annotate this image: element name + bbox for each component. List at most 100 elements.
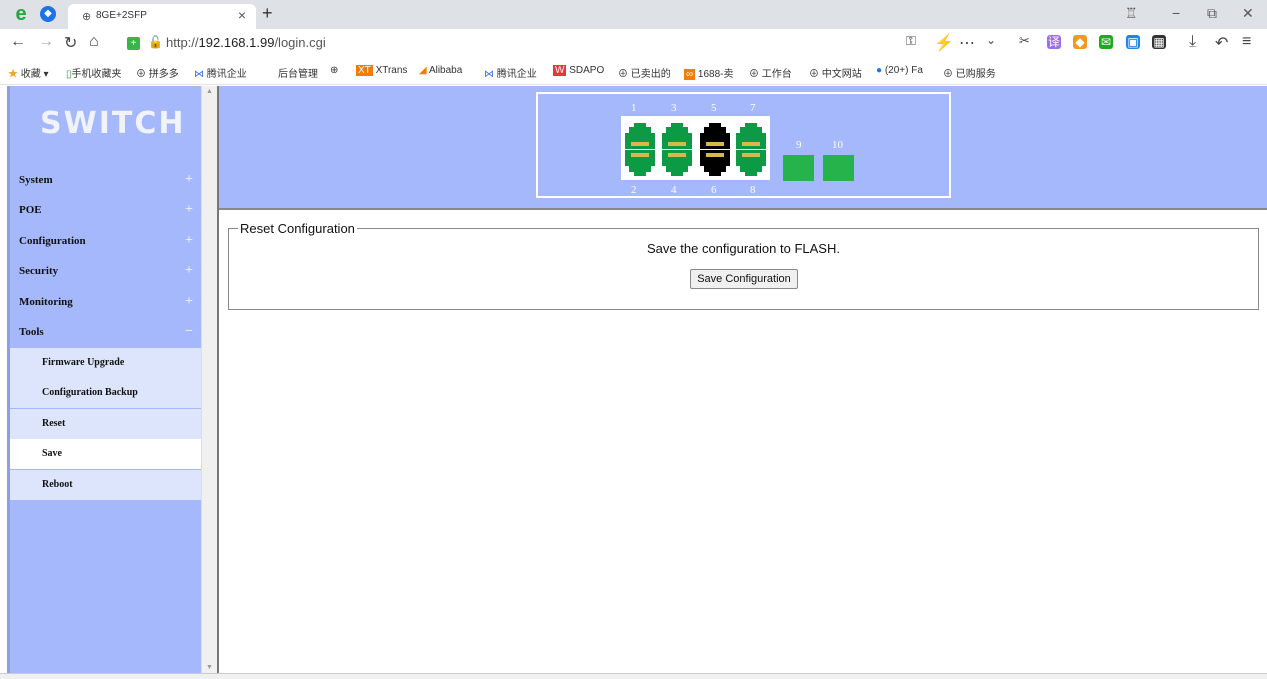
bookmark-item[interactable]: ⋈ 腾讯企业	[194, 65, 247, 80]
address-bar[interactable]: http://192.168.1.99/login.cgi	[166, 35, 326, 50]
ethernet-port-3-icon[interactable]	[662, 121, 692, 149]
save-message: Save the configuration to FLASH.	[647, 241, 840, 256]
switch-logo: SWITCH	[40, 106, 186, 141]
minimize-icon[interactable]: −	[1172, 5, 1180, 21]
more-icon[interactable]: ⋯	[959, 33, 975, 53]
menu-tools[interactable]: Tools −	[10, 317, 201, 347]
bookmarks-bar: ★ 收藏 ▾ ▯手机收藏夹 ⊕ 拼多多 ⋈ 腾讯企业 后台管理 ⊕ XT XTr…	[0, 57, 1267, 85]
screen-icon[interactable]: ▣	[1126, 35, 1140, 49]
page-bottom-border	[0, 673, 1267, 679]
menu-poe[interactable]: POE +	[10, 195, 201, 225]
save-configuration-button[interactable]: Save Configuration	[690, 269, 798, 289]
browser-toolbar: ← → ↻ ⌂ + 🔓 http://192.168.1.99/login.cg…	[0, 29, 1267, 57]
port-label: 1	[631, 102, 637, 114]
fieldset-legend: Reset Configuration	[238, 221, 357, 236]
bookmark-item[interactable]: ⊕ 拼多多	[136, 65, 179, 80]
bookmark-item[interactable]: ⊕ 中文网站	[809, 65, 862, 80]
ethernet-port-4-icon[interactable]	[662, 150, 692, 178]
ethernet-port-5-icon[interactable]	[700, 121, 730, 149]
scroll-up-icon[interactable]: ▲	[206, 88, 213, 95]
port-label: 10	[832, 139, 843, 151]
url-host: 192.168.1.99	[198, 35, 275, 50]
translate-icon[interactable]: 译	[1047, 35, 1061, 49]
bookmark-item[interactable]: ◢ Alibaba	[419, 65, 462, 76]
sfp-port-9[interactable]	[783, 155, 814, 181]
browser-tab[interactable]: ⊕ 8GE+2SFP ×	[68, 4, 256, 29]
wechat-icon[interactable]: ✉	[1099, 35, 1113, 49]
switch-web-ui: SWITCH System + POE + Configuration + Secur…	[0, 86, 1267, 679]
bookmark-item[interactable]: 后台管理	[278, 65, 318, 80]
forward-icon[interactable]: →	[38, 33, 54, 51]
port-status-panel: 1 3 5 7 2 4 6 8 9 10	[219, 86, 1267, 210]
submenu-firmware-upgrade[interactable]: Firmware Upgrade	[10, 348, 201, 378]
expand-icon[interactable]: +	[185, 226, 193, 256]
bookmark-item[interactable]: W SDAPO	[553, 65, 604, 76]
bookmark-item[interactable]: ● (20+) Fa	[876, 65, 923, 76]
submenu-configuration-backup[interactable]: Configuration Backup	[10, 378, 201, 408]
insecure-lock-icon[interactable]: 🔓	[148, 35, 163, 49]
submenu-save[interactable]: Save	[10, 439, 201, 469]
scissors-icon[interactable]: ✂	[1019, 33, 1030, 49]
menu-security[interactable]: Security +	[10, 256, 201, 286]
submenu-reset[interactable]: Reset	[10, 409, 201, 439]
shirt-icon[interactable]: ♖	[1125, 5, 1138, 22]
bookmark-item[interactable]: ▯手机收藏夹	[66, 65, 122, 80]
globe-icon: ⊕	[82, 11, 92, 23]
port-label: 3	[671, 102, 677, 114]
ethernet-port-2-icon[interactable]	[625, 150, 655, 178]
bookmark-item[interactable]: ⊕ 已购服务	[943, 65, 996, 80]
bookmark-item[interactable]: ★ 收藏 ▾	[8, 65, 49, 80]
reload-icon[interactable]: ↻	[64, 33, 77, 53]
menu-system[interactable]: System +	[10, 165, 201, 195]
sfp-port-10[interactable]	[823, 155, 854, 181]
port-label: 4	[671, 184, 677, 196]
expand-icon[interactable]: +	[185, 287, 193, 317]
ethernet-port-1-icon[interactable]	[625, 121, 655, 149]
browser-logo-icon: e	[15, 3, 27, 25]
key-icon[interactable]: ⚿	[906, 33, 916, 49]
apps-icon[interactable]: ▦	[1152, 35, 1166, 49]
expand-icon[interactable]: +	[185, 256, 193, 286]
bookmark-item[interactable]: ⊕	[330, 65, 338, 76]
bookmark-item[interactable]: ⊕ 已卖出的	[618, 65, 671, 80]
game-icon[interactable]: ◆	[1073, 35, 1087, 49]
menu-icon[interactable]: ≡	[1242, 33, 1251, 51]
reset-configuration-fieldset: Reset Configuration Save the configurati…	[228, 221, 1259, 310]
collapse-icon[interactable]: −	[185, 317, 193, 347]
port-label: 5	[711, 102, 717, 114]
restore-icon[interactable]: ⧉	[1207, 5, 1217, 22]
port-label: 7	[750, 102, 756, 114]
compass-icon[interactable]: ◆	[40, 6, 56, 22]
bookmark-item[interactable]: ⋈ 腾讯企业	[484, 65, 537, 80]
download-icon[interactable]: ⤓	[1189, 33, 1196, 51]
dropdown-icon[interactable]: ⌄	[986, 33, 996, 47]
menu-configuration[interactable]: Configuration +	[10, 226, 201, 256]
undo-icon[interactable]: ↶	[1215, 33, 1228, 53]
tab-close-icon[interactable]: ×	[238, 7, 246, 23]
rj45-ports	[621, 116, 770, 180]
port-label: 9	[796, 139, 802, 151]
expand-icon[interactable]: +	[185, 165, 193, 195]
expand-icon[interactable]: +	[185, 195, 193, 225]
menu-monitoring[interactable]: Monitoring +	[10, 287, 201, 317]
port-label: 8	[750, 184, 756, 196]
ethernet-port-8-icon[interactable]	[736, 150, 766, 178]
ethernet-port-6-icon[interactable]	[700, 150, 730, 178]
bookmark-item[interactable]: ∞ 1688-卖	[684, 65, 734, 80]
ethernet-port-7-icon[interactable]	[736, 121, 766, 149]
new-tab-icon[interactable]: +	[262, 3, 273, 24]
browser-titlebar: e ◆ ⊕ 8GE+2SFP × + ♖ − ⧉ ✕	[0, 0, 1267, 29]
url-path: /login.cgi	[274, 35, 326, 50]
bookmark-item[interactable]: XT XTrans	[356, 65, 407, 76]
home-icon[interactable]: ⌂	[89, 33, 99, 51]
back-icon[interactable]: ←	[10, 33, 26, 51]
port-label: 6	[711, 184, 717, 196]
scroll-down-icon[interactable]: ▼	[206, 664, 213, 671]
bookmark-item[interactable]: ⊕ 工作台	[749, 65, 792, 80]
url-prefix: http://	[166, 35, 199, 50]
sidebar-scrollbar[interactable]: ▲ ▼	[201, 86, 217, 673]
security-shield-icon[interactable]: +	[127, 37, 140, 50]
submenu-reboot[interactable]: Reboot	[10, 470, 201, 500]
close-window-icon[interactable]: ✕	[1242, 5, 1254, 22]
lightning-icon[interactable]: ⚡	[934, 33, 954, 53]
